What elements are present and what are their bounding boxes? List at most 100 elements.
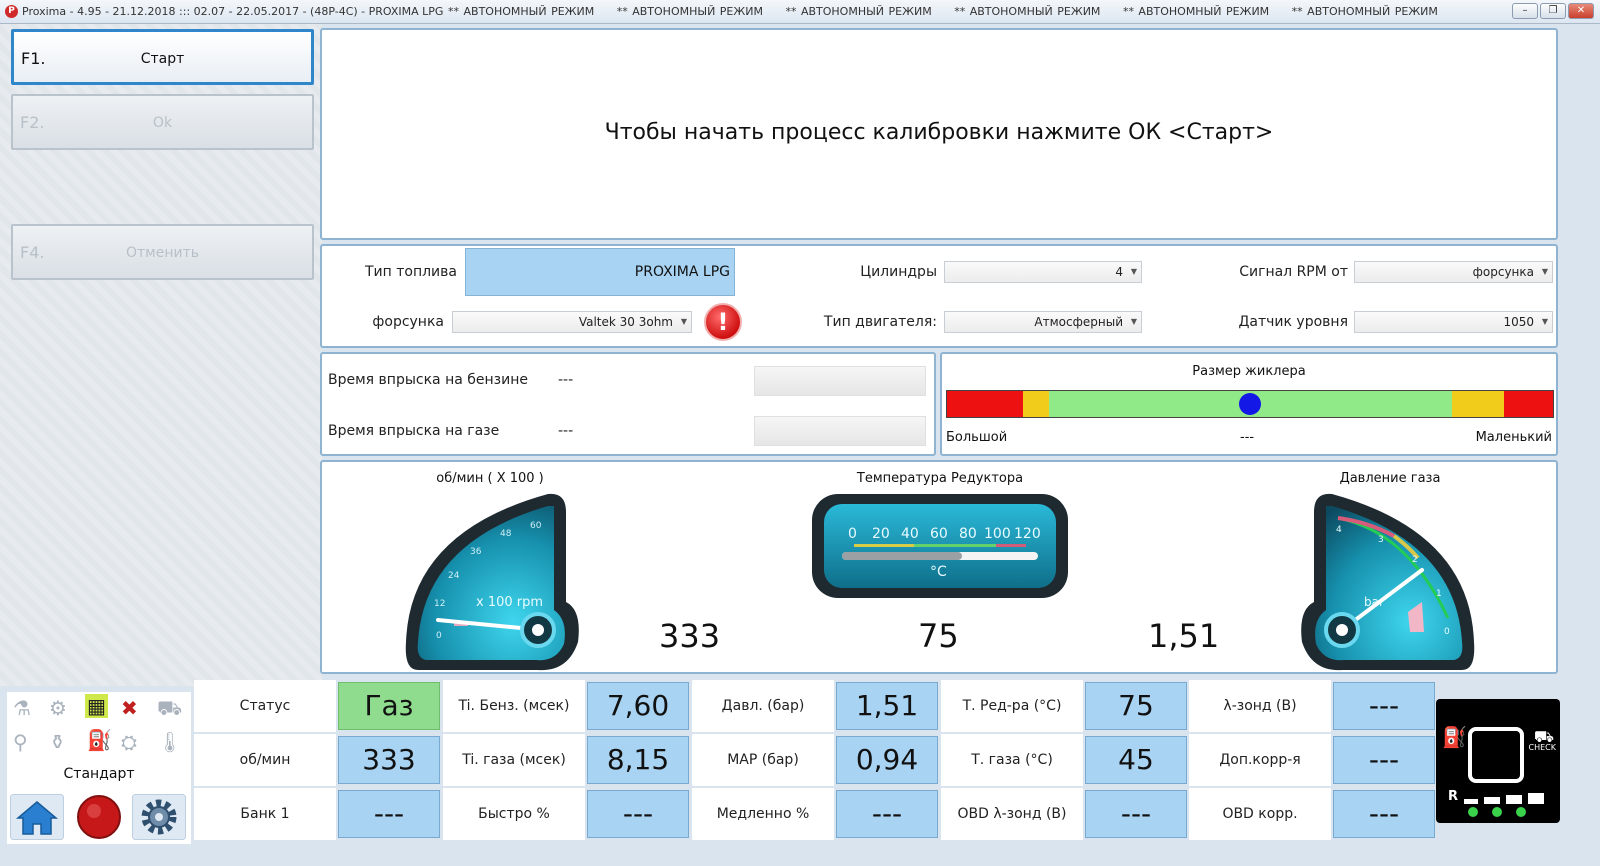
data-label: Ti. Бенз. (мсек): [443, 680, 585, 732]
level-sensor-select[interactable]: 1050 ▼: [1354, 311, 1553, 333]
data-value: ---: [836, 790, 938, 838]
rpm-needle-cap: [532, 624, 544, 636]
gas-injection-label: Время впрыска на газе: [328, 423, 500, 439]
mode-indicator: ** АВТОНОМНЫЙ РЕЖИМ: [1122, 5, 1270, 18]
settings-panel: Тип топлива PROXIMA LPG форсунка Valtek …: [320, 244, 1558, 348]
engine-icon[interactable]: ⛟: [157, 696, 182, 723]
data-label: об/мин: [194, 734, 336, 786]
start-label: Старт: [140, 51, 185, 67]
data-value: ---: [587, 790, 689, 838]
rpm-signal-select[interactable]: форсунка ▼: [1354, 261, 1553, 283]
level-sensor-value: 1050: [1503, 315, 1534, 329]
jet-zone-red-left: [947, 391, 1023, 417]
window-title: Proxima - 4.95 - 21.12.2018 ::: 02.07 - …: [22, 5, 444, 18]
injector-value: Valtek 30 3ohm: [578, 315, 673, 329]
temperature-value: 75: [918, 617, 959, 655]
temp-tick-label: 80: [959, 526, 977, 542]
data-value: 0,94: [836, 736, 938, 784]
rpm-tick-label: 24: [448, 571, 460, 581]
app-icon: P: [5, 5, 18, 18]
data-label: λ-зонд (В): [1189, 680, 1331, 732]
data-label: Медленно %: [692, 788, 834, 840]
cancel-label: Отменить: [125, 245, 199, 261]
start-button[interactable]: F1. Старт: [11, 29, 314, 85]
data-label: Статус: [194, 680, 336, 732]
level-sensor-label: Датчик уровня: [1238, 314, 1348, 330]
restore-button[interactable]: ❐: [1540, 3, 1566, 19]
injector-select[interactable]: Valtek 30 3ohm ▼: [452, 311, 692, 333]
level-bar: [1484, 797, 1500, 804]
home-icon[interactable]: [10, 794, 64, 840]
data-value: ---: [1085, 790, 1187, 838]
dashboard-indicator: ⛽ ⛟ CHECK R: [1436, 699, 1560, 823]
temp-tick-label: 100: [984, 526, 1011, 542]
record-icon[interactable]: [72, 794, 126, 840]
calibration-message: Чтобы начать процесс калибровки нажмите …: [604, 120, 1274, 145]
jet-size-indicator: [1239, 393, 1261, 415]
data-label: Доп.корр-я: [1189, 734, 1331, 786]
jet-small-label: Маленький: [1475, 430, 1552, 445]
pressure-tick-label: 4: [1336, 525, 1342, 535]
close-button[interactable]: ✕: [1568, 3, 1594, 19]
temp-zone-normal: [914, 544, 996, 547]
data-label: МАР (бар): [692, 734, 834, 786]
temp-tick-label: 0: [848, 526, 857, 542]
cylinders-select[interactable]: 4 ▼: [944, 261, 1142, 283]
jet-zone-red-right: [1504, 391, 1553, 417]
temp-unit-label: °C: [930, 564, 947, 580]
location-icon[interactable]: ⚲: [13, 730, 28, 754]
data-value: ---: [1333, 736, 1435, 784]
data-value: 8,15: [587, 736, 689, 784]
petrol-injection-label: Время впрыска на бензине: [328, 372, 528, 388]
minimize-button[interactable]: –: [1512, 3, 1538, 19]
gas-injection-bar: [754, 416, 926, 446]
engine-type-label: Тип двигателя:: [823, 314, 937, 330]
pressure-needle-cap: [1336, 624, 1348, 636]
data-label: Т. Ред-ра (°C): [941, 680, 1083, 732]
pressure-tick-label: 0: [1444, 627, 1450, 637]
fuel-pump-icon[interactable]: ⛽: [87, 728, 112, 752]
pressure-gauge: 4 3 2 1 0 bar: [1301, 493, 1475, 671]
fuel-type-field[interactable]: PROXIMA LPG: [465, 248, 735, 296]
temperature-icon[interactable]: 🌡: [157, 730, 182, 754]
chevron-down-icon: ▼: [1130, 317, 1137, 326]
pressure-gauge-title: Давление газа: [1339, 471, 1441, 486]
data-value: 75: [1085, 682, 1187, 730]
injectors-icon[interactable]: ✖: [121, 696, 138, 720]
fuel-drop-icon[interactable]: ⚱: [49, 730, 66, 754]
water-temp-icon[interactable]: ⚗: [13, 696, 31, 720]
engine-type-select[interactable]: Атмосферный ▼: [944, 311, 1142, 333]
level-bar: [1528, 793, 1544, 804]
temp-tick-label: 120: [1014, 526, 1041, 542]
jet-large-label: Большой: [946, 430, 1008, 445]
reverse-label: R: [1448, 789, 1459, 804]
chevron-down-icon: ▼: [1541, 267, 1548, 276]
fuel-type-label: Тип топлива: [364, 264, 457, 280]
data-label: Быстро %: [443, 788, 585, 840]
gear-sensor-icon[interactable]: ⚙: [49, 696, 67, 720]
ok-button[interactable]: F2. Ok: [11, 94, 314, 150]
temp-tick-label: 20: [872, 526, 890, 542]
status-led: [1516, 807, 1526, 817]
settings-icon[interactable]: [132, 794, 186, 840]
warning-icon[interactable]: !: [704, 303, 742, 341]
engine-type-value: Атмосферный: [1034, 315, 1123, 329]
status-led: [1492, 807, 1502, 817]
level-bar: [1464, 799, 1478, 804]
cancel-button[interactable]: F4. Отменить: [11, 224, 314, 280]
gas-injection-value: ---: [558, 423, 574, 439]
pressure-tick-label: 3: [1378, 535, 1384, 545]
mode-indicator: ** АВТОНОМНЫЙ РЕЖИМ: [1291, 5, 1438, 18]
rpm-tick-label: 12: [434, 599, 445, 609]
diagnostic-icon[interactable]: ⛭: [121, 730, 137, 754]
chevron-down-icon: ▼: [1130, 267, 1137, 276]
temp-bar-fill: [842, 552, 962, 560]
mode-indicator: ** АВТОНОМНЫЙ РЕЖИМ: [785, 5, 932, 18]
jet-size-panel: Размер жиклера Большой --- Маленький: [940, 352, 1558, 456]
temp-zone-low: [854, 544, 914, 547]
data-label: Банк 1: [194, 788, 336, 840]
mode-indicator: ** АВТОНОМНЫЙ РЕЖИМ: [616, 5, 763, 18]
temp-zone-high: [996, 544, 1026, 547]
cylinders-value: 4: [1115, 265, 1123, 279]
ecu-icon[interactable]: ▦: [85, 694, 108, 718]
